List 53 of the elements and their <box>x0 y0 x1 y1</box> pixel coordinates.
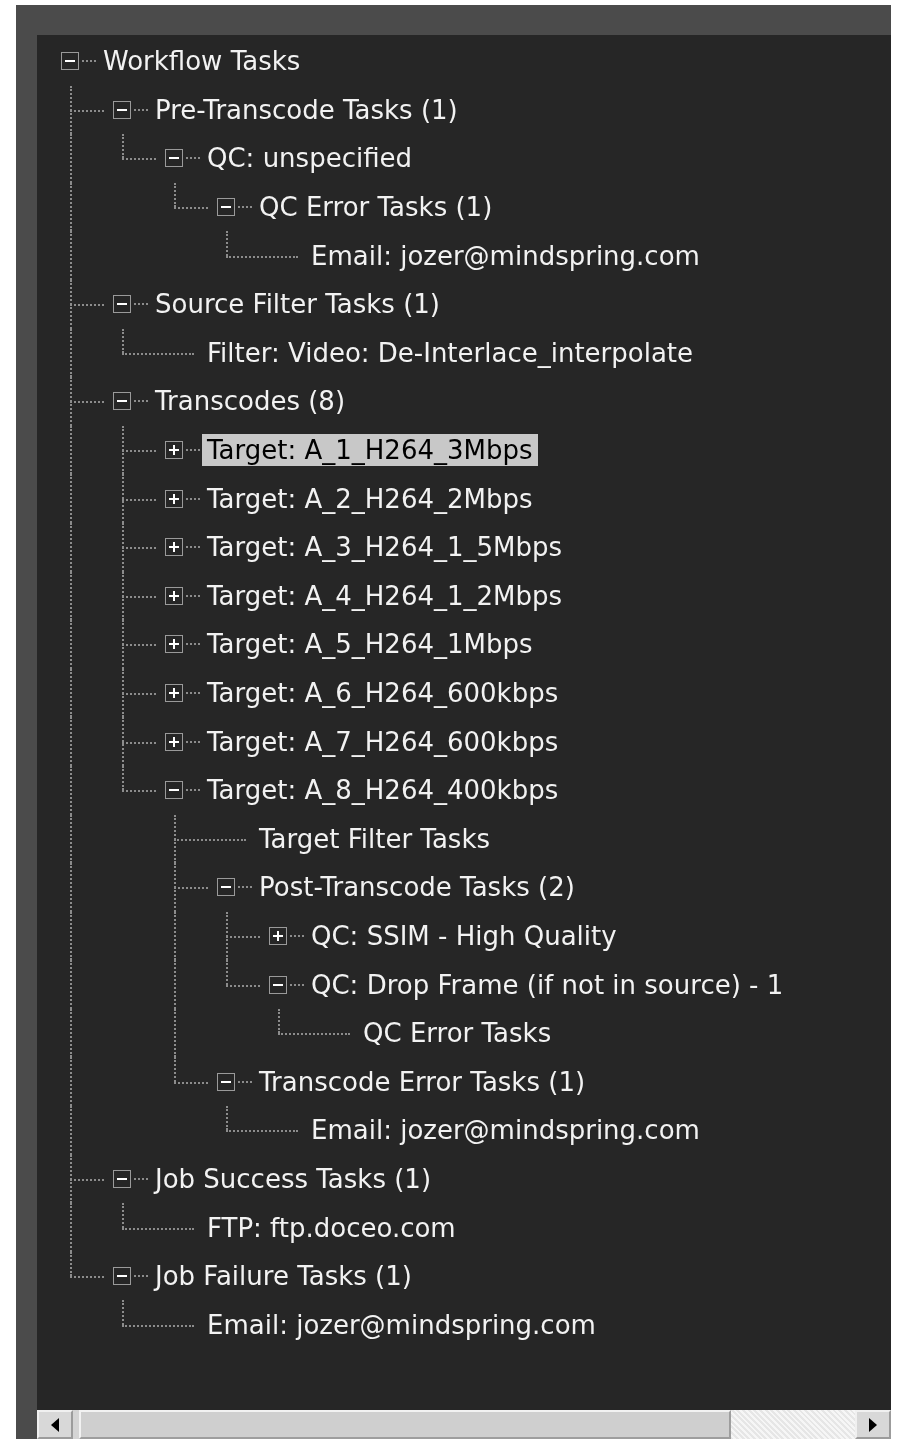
tree-item[interactable]: Target: A_4_H264_1_2Mbps <box>202 579 568 612</box>
tree-item[interactable]: Target: A_2_H264_2Mbps <box>202 482 538 515</box>
tree-item[interactable]: QC Error Tasks (1) <box>254 191 498 224</box>
tree-item[interactable]: Target: A_3_H264_1_5Mbps <box>202 531 568 564</box>
tree-item[interactable]: Target: A_8_H264_400kbps <box>202 774 564 807</box>
tree-item[interactable]: Email: jozer@mindspring.com <box>306 239 705 272</box>
expand-toggle[interactable] <box>165 684 183 702</box>
scroll-left-button[interactable] <box>37 1410 73 1439</box>
collapse-toggle[interactable] <box>217 198 235 217</box>
collapse-toggle[interactable] <box>113 100 131 119</box>
tree-item[interactable]: QC: unspecified <box>202 142 418 175</box>
collapse-toggle[interactable] <box>113 1169 131 1188</box>
tree-item[interactable]: Job Failure Tasks (1) <box>150 1260 417 1293</box>
collapse-toggle[interactable] <box>113 392 131 411</box>
tree-item[interactable]: QC: SSIM - High Quality <box>306 920 622 952</box>
tree-item[interactable]: Post-Transcode Tasks (2) <box>254 871 580 904</box>
expand-toggle[interactable] <box>165 489 183 508</box>
tree-item[interactable]: Transcode Error Tasks (1) <box>254 1065 591 1098</box>
expand-toggle[interactable] <box>165 732 183 751</box>
collapse-toggle[interactable] <box>113 295 131 314</box>
tree-item[interactable]: Target: A_6_H264_600kbps <box>202 677 564 709</box>
tree-item[interactable]: FTP: ftp.doceo.com <box>202 1211 461 1244</box>
collapse-toggle[interactable] <box>61 52 79 71</box>
tree-item[interactable]: Workflow Tasks <box>98 45 306 78</box>
tree-item[interactable]: Job Success Tasks (1) <box>150 1162 437 1195</box>
tree-item[interactable]: Target: A_5_H264_1Mbps <box>202 628 538 661</box>
collapse-toggle[interactable] <box>165 781 183 800</box>
tree-item[interactable]: Email: jozer@mindspring.com <box>202 1308 601 1341</box>
expand-toggle[interactable] <box>165 586 183 605</box>
expand-toggle[interactable] <box>269 927 287 945</box>
collapse-toggle[interactable] <box>217 1072 235 1091</box>
tree-item[interactable]: Filter: Video: De-Interlace_interpolate <box>202 336 699 369</box>
expand-toggle[interactable] <box>165 635 183 654</box>
horizontal-scrollbar[interactable] <box>37 1410 891 1439</box>
expand-toggle[interactable] <box>165 441 183 460</box>
left-arrow-icon <box>50 1417 60 1432</box>
collapse-toggle[interactable] <box>113 1267 131 1286</box>
tree-item[interactable]: QC Error Tasks <box>358 1017 557 1050</box>
collapse-toggle[interactable] <box>269 975 287 994</box>
tree-item[interactable]: Email: jozer@mindspring.com <box>306 1114 705 1147</box>
tree-item[interactable]: QC: Drop Frame (if not in source) - 1 <box>306 968 789 1001</box>
collapse-toggle[interactable] <box>217 878 235 897</box>
scroll-right-button[interactable] <box>855 1410 891 1439</box>
tree-item[interactable]: Transcodes (8) <box>150 385 351 418</box>
tree-item[interactable]: Target: A_1_H264_3Mbps <box>202 434 538 467</box>
right-arrow-icon <box>868 1417 878 1432</box>
tree-item[interactable]: Target: A_7_H264_600kbps <box>202 725 564 758</box>
expand-toggle[interactable] <box>165 538 183 557</box>
tree-item[interactable]: Pre-Transcode Tasks (1) <box>150 93 463 126</box>
collapse-toggle[interactable] <box>165 149 183 168</box>
tree-item[interactable]: Target Filter Tasks <box>254 822 496 855</box>
tree-item[interactable]: Source Filter Tasks (1) <box>150 288 445 321</box>
scrollbar-thumb[interactable] <box>79 1410 731 1439</box>
